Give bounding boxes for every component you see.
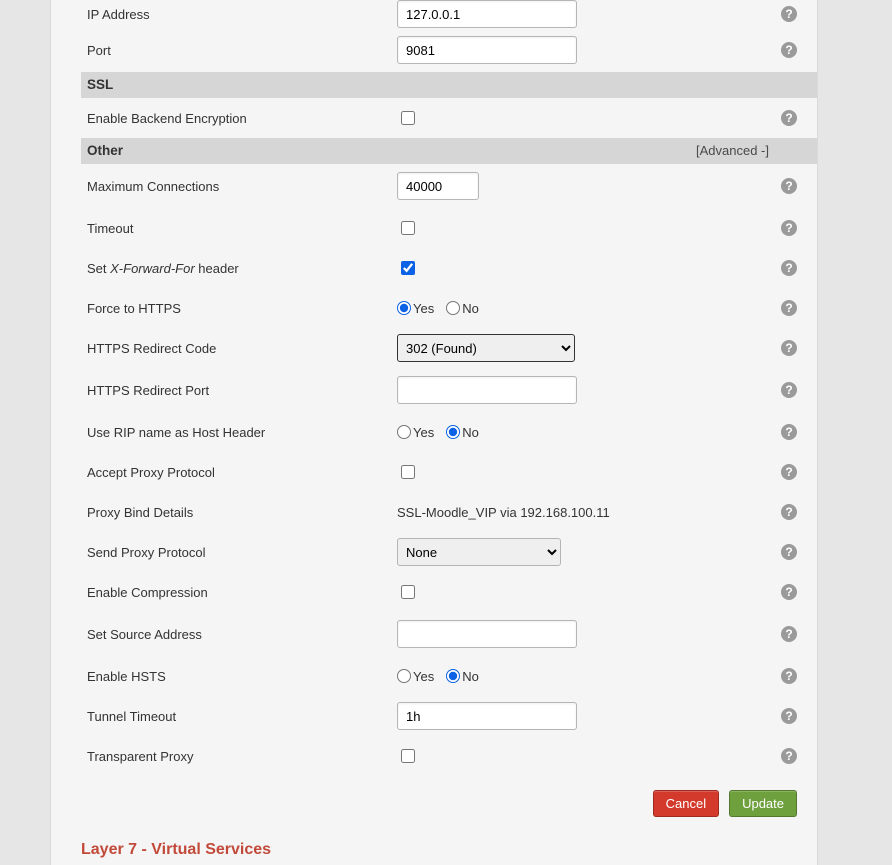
help-icon[interactable]: ? [781,340,797,356]
force-https-no-label: No [462,301,479,316]
https-redirect-port-label: HTTPS Redirect Port [81,383,397,398]
accept-proxy-label: Accept Proxy Protocol [81,465,397,480]
help-icon[interactable]: ? [781,584,797,600]
help-icon[interactable]: ? [781,382,797,398]
help-icon[interactable]: ? [781,544,797,560]
help-icon[interactable]: ? [781,42,797,58]
enable-compression-label: Enable Compression [81,585,397,600]
help-icon[interactable]: ? [781,110,797,126]
ip-address-input[interactable] [397,0,577,28]
advanced-toggle[interactable]: [Advanced -] [696,138,769,164]
force-https-yes-radio[interactable] [397,301,411,315]
https-redirect-code-select[interactable]: 302 (Found) [397,334,575,362]
force-https-label: Force to HTTPS [81,301,397,316]
tunnel-timeout-label: Tunnel Timeout [81,709,397,724]
hsts-no-label: No [462,669,479,684]
https-redirect-code-label: HTTPS Redirect Code [81,341,397,356]
accept-proxy-checkbox[interactable] [401,465,415,479]
hsts-no-radio[interactable] [446,669,460,683]
port-input[interactable] [397,36,577,64]
source-address-input[interactable] [397,620,577,648]
enable-backend-encryption-checkbox[interactable] [401,111,415,125]
ip-address-label: IP Address [81,7,397,22]
update-button[interactable]: Update [729,790,797,817]
help-icon[interactable]: ? [781,178,797,194]
rip-host-no-radio[interactable] [446,425,460,439]
section-header-ssl: SSL [81,72,817,98]
send-proxy-label: Send Proxy Protocol [81,545,397,560]
max-connections-label: Maximum Connections [81,179,397,194]
help-icon[interactable]: ? [781,260,797,276]
source-address-label: Set Source Address [81,627,397,642]
transparent-proxy-label: Transparent Proxy [81,749,397,764]
help-icon[interactable]: ? [781,504,797,520]
timeout-checkbox[interactable] [401,221,415,235]
enable-compression-checkbox[interactable] [401,585,415,599]
timeout-label: Timeout [81,221,397,236]
hsts-yes-radio[interactable] [397,669,411,683]
help-icon[interactable]: ? [781,300,797,316]
force-https-yes-label: Yes [413,301,434,316]
force-https-no-radio[interactable] [446,301,460,315]
help-icon[interactable]: ? [781,626,797,642]
xff-checkbox[interactable] [401,261,415,275]
help-icon[interactable]: ? [781,6,797,22]
rip-host-yes-label: Yes [413,425,434,440]
help-icon[interactable]: ? [781,220,797,236]
send-proxy-select[interactable]: None [397,538,561,566]
rip-host-no-label: No [462,425,479,440]
help-icon[interactable]: ? [781,748,797,764]
proxy-bind-value: SSL-Moodle_VIP via 192.168.100.11 [397,505,610,520]
proxy-bind-label: Proxy Bind Details [81,505,397,520]
section-header-other: Other [Advanced -] [81,138,817,164]
cancel-button[interactable]: Cancel [653,790,719,817]
footer-section-title: Layer 7 - Virtual Services [51,831,817,859]
hsts-yes-label: Yes [413,669,434,684]
transparent-proxy-checkbox[interactable] [401,749,415,763]
help-icon[interactable]: ? [781,708,797,724]
tunnel-timeout-input[interactable] [397,702,577,730]
enable-backend-encryption-label: Enable Backend Encryption [81,111,397,126]
help-icon[interactable]: ? [781,668,797,684]
help-icon[interactable]: ? [781,464,797,480]
max-connections-input[interactable] [397,172,479,200]
help-icon[interactable]: ? [781,424,797,440]
rip-host-yes-radio[interactable] [397,425,411,439]
rip-host-header-label: Use RIP name as Host Header [81,425,397,440]
enable-hsts-label: Enable HSTS [81,669,397,684]
xff-label: Set X-Forward-For header [81,261,397,276]
https-redirect-port-input[interactable] [397,376,577,404]
port-label: Port [81,43,397,58]
